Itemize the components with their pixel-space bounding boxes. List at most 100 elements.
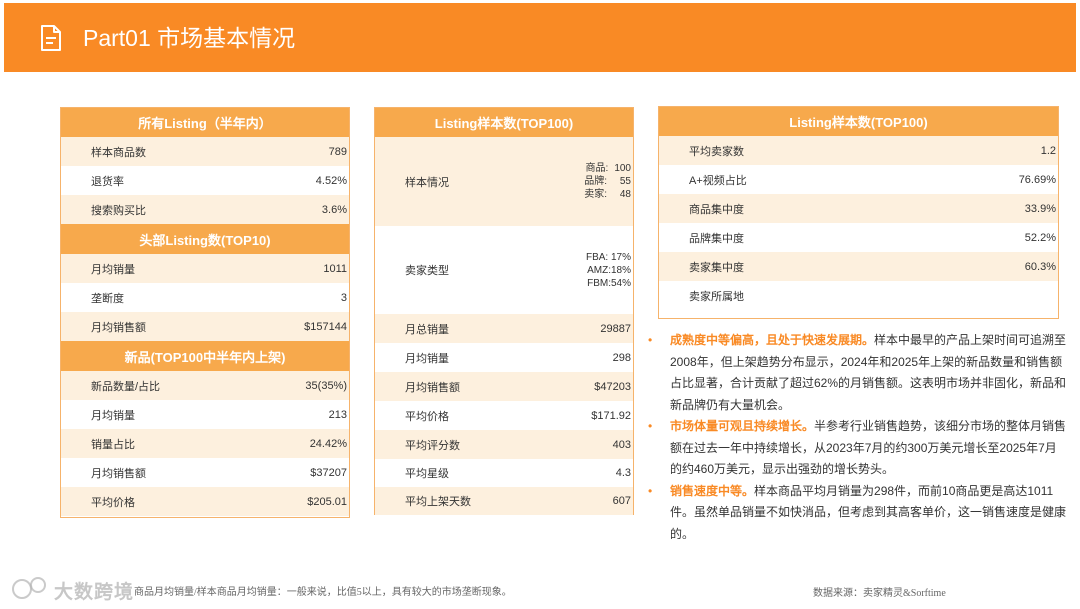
row-value: 29887	[600, 322, 631, 335]
row-label: 月总销量	[405, 323, 449, 336]
header-bar: Part01 市场基本情况	[4, 3, 1076, 72]
row-value: 4.52%	[315, 174, 347, 187]
row-value: $37207	[310, 466, 347, 479]
seller-type-line: AMZ:18%	[587, 264, 631, 276]
row-label: 月均销售额	[405, 381, 460, 394]
row-label: 月均销售额	[91, 321, 146, 334]
table-row: 平均价格 $205.01	[61, 487, 349, 516]
row-label: 卖家集中度	[689, 261, 744, 274]
row-label: 卖家类型	[405, 265, 449, 277]
listing-sample-panel: Listing样本数(TOP100) 样本情况 商品: 100 品牌: 55 卖家:…	[374, 107, 634, 515]
row-value: 298	[612, 351, 631, 364]
row-label: 新品数量/占比	[91, 380, 161, 393]
row-label: 平均价格	[91, 496, 135, 509]
table-row: 垄断度 3	[61, 283, 349, 312]
row-value: 1.2	[1040, 144, 1056, 157]
table-row: 月均销售额 $47203	[375, 372, 633, 401]
bullet-highlight: 市场体量可观且持续增长。	[670, 419, 815, 433]
row-label: 品牌集中度	[689, 232, 744, 245]
section-title-new-products: 新品(TOP100中半年内上架)	[61, 341, 349, 371]
row-label: 垄断度	[91, 292, 124, 305]
row-label: 卖家所属地	[689, 290, 744, 303]
table-row: 月均销售额 $157144	[61, 312, 349, 341]
sample-value: 100	[614, 163, 631, 174]
row-label: 搜索购买比	[91, 204, 146, 217]
panel-title: Listing样本数(TOP100)	[375, 108, 633, 137]
row-value: 4.3	[615, 467, 631, 479]
row-label: 样本情况	[405, 176, 449, 189]
row-value: 33.9%	[1024, 202, 1056, 215]
table-row: 新品数量/占比 35(35%)	[61, 371, 349, 400]
document-icon	[41, 25, 61, 51]
table-row: 月均销量 213	[61, 400, 349, 429]
sample-key: 卖家:	[584, 189, 607, 200]
table-row: 月均销量 298	[375, 343, 633, 372]
row-label: 平均价格	[405, 410, 449, 423]
row-value: 3.6%	[321, 203, 347, 216]
sample-values: 商品: 100 品牌: 55 卖家: 48	[584, 162, 633, 201]
row-label: 月均销量	[91, 409, 135, 422]
row-value: $171.92	[591, 409, 631, 422]
row-label: 平均星级	[405, 468, 449, 480]
table-row: 月均销售额 $37207	[61, 458, 349, 487]
row-label: 样本商品数	[91, 146, 146, 159]
section-title-all-listing: 所有Listing（半年内）	[61, 108, 349, 137]
row-value: $47203	[594, 380, 631, 393]
analysis-bullets: • 成熟度中等偏高，且处于快速发展期。样本中最早的产品上架时间可追溯至2008年…	[648, 330, 1068, 545]
seller-type-line: FBA: 17%	[585, 251, 631, 263]
bullet-item: • 市场体量可观且持续增长。半参考行业销售趋势，该细分市场的整体月销售额在过去一…	[648, 416, 1068, 481]
row-value: $205.01	[307, 495, 347, 508]
row-value: 213	[328, 408, 347, 421]
row-value: 1011	[323, 262, 347, 275]
row-value: 35(35%)	[305, 379, 347, 392]
row-label: 平均卖家数	[689, 145, 744, 158]
footnote: 商品月均销量/样本商品月均销量：一般来说，比值5以上，具有较大的市场垄断现象。	[134, 587, 512, 598]
bullet-highlight: 销售速度中等。	[670, 483, 755, 498]
table-row: 搜索购买比 3.6%	[61, 195, 349, 224]
panel-title: Listing样本数(TOP100)	[659, 107, 1058, 136]
row-value: 3	[340, 291, 347, 304]
row-label: A+视频占比	[689, 174, 747, 187]
watermark-text: 大数跨境	[54, 582, 135, 603]
all-listing-panel: 所有Listing（半年内） 样本商品数 789 退货率 4.52% 搜索购买比…	[60, 107, 350, 518]
bullet-item: • 成熟度中等偏高，且处于快速发展期。样本中最早的产品上架时间可追溯至2008年…	[648, 330, 1068, 416]
table-row: 平均卖家数 1.2	[659, 136, 1058, 165]
table-row: 销量占比 24.42%	[61, 429, 349, 458]
table-row: 平均上架天数 607	[375, 487, 633, 515]
table-row-sample: 样本情况 商品: 100 品牌: 55 卖家: 48	[375, 137, 633, 226]
table-row: 月均销量 1011	[61, 254, 349, 283]
row-value: 789	[328, 145, 347, 158]
sample-value: 48	[619, 189, 631, 200]
bullet-dot-icon: •	[648, 419, 653, 433]
seller-type-values: FBA: 17% AMZ:18% FBM:54%	[586, 251, 633, 290]
page-title: Part01 市场基本情况	[83, 25, 296, 51]
table-row: 卖家所属地	[659, 281, 1058, 310]
row-label: 商品集中度	[689, 203, 744, 216]
row-value: 52.2%	[1024, 231, 1056, 244]
bullet-highlight: 成熟度中等偏高，且处于快速发展期。	[670, 333, 875, 347]
table-row: 平均评分数 403	[375, 430, 633, 459]
table-row: 平均价格 $171.92	[375, 401, 633, 430]
seller-type-line: FBM:54%	[587, 277, 631, 289]
table-row: 月总销量 29887	[375, 314, 633, 343]
row-label: 月均销量	[91, 263, 135, 276]
table-row: A+视频占比 76.69%	[659, 165, 1058, 194]
row-label: 平均上架天数	[405, 496, 471, 508]
bullet-dot-icon: •	[648, 333, 653, 347]
table-row: 样本商品数 789	[61, 137, 349, 166]
table-row: 品牌集中度 52.2%	[659, 223, 1058, 252]
sample-key: 品牌:	[584, 176, 607, 187]
sample-key: 商品:	[585, 163, 609, 174]
row-value: 403	[612, 438, 631, 451]
row-value: $157144	[304, 320, 347, 333]
row-label: 月均销量	[405, 352, 449, 365]
table-row-seller-type: 卖家类型 FBA: 17% AMZ:18% FBM:54%	[375, 226, 633, 314]
table-row: 商品集中度 33.9%	[659, 194, 1058, 223]
table-row: 平均星级 4.3	[375, 459, 633, 487]
row-label: 月均销售额	[91, 467, 146, 480]
listing-concentration-panel: Listing样本数(TOP100) 平均卖家数 1.2 A+视频占比 76.6…	[658, 106, 1059, 319]
data-source: 数据来源：卖家精灵&Sorftime	[813, 588, 946, 599]
bullet-item: • 销售速度中等。样本商品平均月销量为298件，而前10商品更是高达1011件。…	[648, 481, 1068, 546]
bullet-dot-icon: •	[648, 483, 653, 498]
section-title-top10: 头部Listing数(TOP10)	[61, 224, 349, 254]
